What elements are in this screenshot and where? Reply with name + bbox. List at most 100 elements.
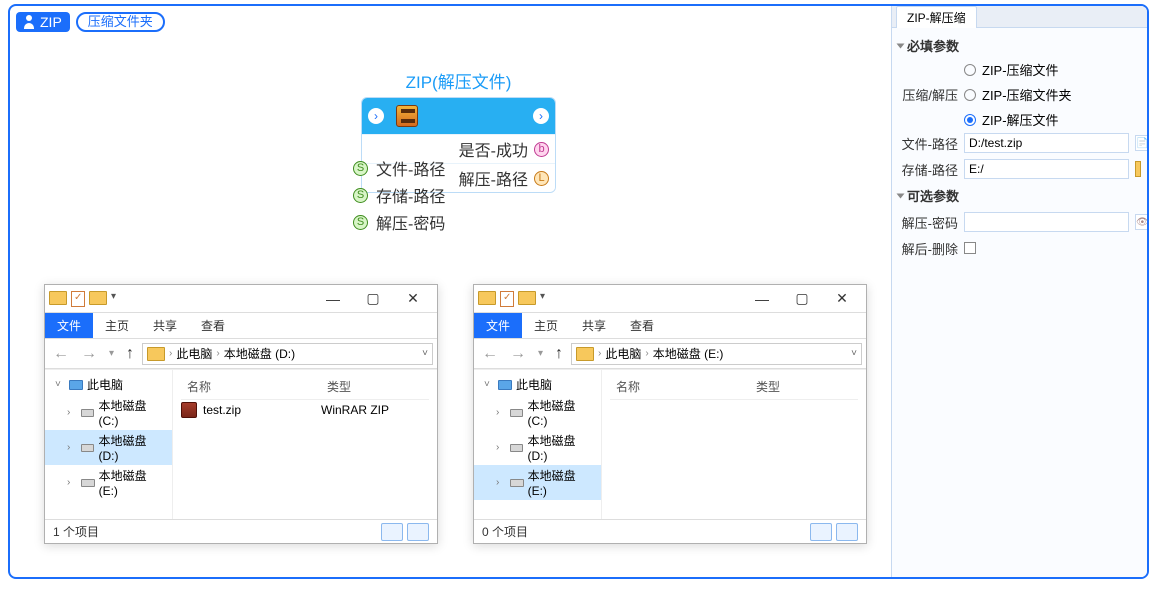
chevron-down-icon[interactable]: ˅ [851,348,857,359]
header-bar: ZIP 压缩文件夹 [16,12,165,32]
maximize-button[interactable]: ▢ [782,288,822,310]
window-controls: — ▢ ✕ [313,288,433,310]
folder-icon [576,347,594,361]
folder-icon[interactable] [478,291,496,305]
store-path-input[interactable] [964,159,1129,179]
tree-drive-d[interactable]: ›本地磁盘 (D:) [45,430,172,465]
port-string[interactable]: S [353,161,368,176]
tab-share[interactable]: 共享 [141,313,189,338]
port-list[interactable]: L [534,171,549,186]
col-type[interactable]: 类型 [321,376,421,397]
tree-drive-c[interactable]: ›本地磁盘 (C:) [474,395,601,430]
folder-chip[interactable]: 压缩文件夹 [76,12,165,32]
col-name[interactable]: 名称 [610,376,750,397]
list-item[interactable]: test.zip WinRAR ZIP [181,400,429,420]
address-field[interactable]: › 此电脑 › 本地磁盘 (E:) ˅ [571,343,862,365]
doc-icon[interactable] [500,291,514,307]
col-type[interactable]: 类型 [750,376,850,397]
expand-icon [897,193,905,198]
icons-view-button[interactable] [407,523,429,541]
tree-drive-c[interactable]: ›本地磁盘 (C:) [45,395,172,430]
explorer-e[interactable]: ▾ — ▢ ✕ 文件 主页 共享 查看 ← → ▾ ↑ [473,284,867,544]
column-headers[interactable]: 名称 类型 [610,374,858,400]
reveal-password-icon[interactable]: 👁 [1135,214,1147,230]
up-button[interactable]: ↑ [122,345,138,363]
address-bar: ← → ▾ ↑ › 此电脑 › 本地磁盘 (E:) ˅ [474,339,866,369]
section-required[interactable]: 必填参数 [898,36,1141,55]
details-view-button[interactable] [810,523,832,541]
status-bar: 0 个项目 [474,519,866,543]
back-button[interactable]: ← [478,345,502,363]
status-bar: 1 个项目 [45,519,437,543]
port-string[interactable]: S [353,188,368,203]
tab-view[interactable]: 查看 [189,313,237,338]
explorer-d[interactable]: ▾ — ▢ ✕ 文件 主页 共享 查看 ← → ▾ ↑ [44,284,438,544]
tree-this-pc[interactable]: ˅此电脑 [45,374,172,395]
tab-home[interactable]: 主页 [522,313,570,338]
tab-home[interactable]: 主页 [93,313,141,338]
folder2-icon[interactable] [518,291,536,305]
qat-dropdown-icon[interactable]: ▾ [540,291,545,307]
tab-file[interactable]: 文件 [474,313,522,338]
chevron-icon: › [598,348,601,359]
tab-zip-unzip[interactable]: ZIP-解压缩 [896,6,977,28]
history-dropdown[interactable]: ▾ [105,348,118,359]
opt-decompress[interactable]: ZIP-解压文件 [964,110,1072,129]
delete-checkbox[interactable] [964,242,976,254]
opt-compress-file[interactable]: ZIP-压缩文件 [964,60,1072,79]
tree-drive-e[interactable]: ›本地磁盘 (E:) [45,465,172,500]
close-button[interactable]: ✕ [393,288,433,310]
nav-tree[interactable]: ˅此电脑 ›本地磁盘 (C:) ›本地磁盘 (D:) ›本地磁盘 (E:) [474,370,602,519]
file-browse-icon[interactable]: 📄 [1135,135,1147,151]
folder2-icon[interactable] [89,291,107,305]
file-path-input[interactable] [964,133,1129,153]
folder-browse-icon[interactable] [1135,161,1141,177]
address-field[interactable]: › 此电脑 › 本地磁盘 (D:) ˅ [142,343,433,365]
folder-icon [147,347,165,361]
tab-file[interactable]: 文件 [45,313,93,338]
exec-in-port[interactable]: › [368,108,384,124]
close-button[interactable]: ✕ [822,288,862,310]
tab-view[interactable]: 查看 [618,313,666,338]
opt-compress-folder[interactable]: ZIP-压缩文件夹 [964,85,1072,104]
details-view-button[interactable] [381,523,403,541]
titlebar[interactable]: ▾ — ▢ ✕ [474,285,866,313]
folder-icon[interactable] [49,291,67,305]
up-button[interactable]: ↑ [551,345,567,363]
chevron-down-icon[interactable]: ˅ [422,348,428,359]
history-dropdown[interactable]: ▾ [534,348,547,359]
section-optional[interactable]: 可选参数 [898,186,1141,205]
maximize-button[interactable]: ▢ [353,288,393,310]
port-string[interactable]: S [353,215,368,230]
delete-label: 解后-删除 [898,239,958,258]
doc-icon[interactable] [71,291,85,307]
tree-this-pc[interactable]: ˅此电脑 [474,374,601,395]
tree-drive-d[interactable]: ›本地磁盘 (D:) [474,430,601,465]
back-button[interactable]: ← [49,345,73,363]
item-count: 0 个项目 [482,523,528,540]
icons-view-button[interactable] [836,523,858,541]
forward-button[interactable]: → [506,345,530,363]
minimize-button[interactable]: — [742,288,782,310]
password-input[interactable] [964,212,1129,232]
exec-out-port[interactable]: › [533,108,549,124]
chevron-icon: › [216,348,219,359]
nav-tree[interactable]: ˅此电脑 ›本地磁盘 (C:) ›本地磁盘 (D:) ›本地磁盘 (E:) [45,370,173,519]
qat-dropdown-icon[interactable]: ▾ [111,291,116,307]
file-list[interactable]: 名称 类型 [602,370,866,519]
titlebar[interactable]: ▾ — ▢ ✕ [45,285,437,313]
forward-button[interactable]: → [77,345,101,363]
panel-body: 必填参数 压缩/解压 ZIP-压缩文件 ZIP-压缩文件夹 ZIP-解压文件 文… [892,28,1147,577]
minimize-button[interactable]: — [313,288,353,310]
file-list[interactable]: 名称 类型 test.zip WinRAR ZIP [173,370,437,519]
column-headers[interactable]: 名称 类型 [181,374,429,400]
port-bool[interactable]: b [534,142,549,157]
ribbon: 文件 主页 共享 查看 [474,313,866,339]
col-name[interactable]: 名称 [181,376,321,397]
canvas[interactable]: ZIP 压缩文件夹 ZIP(解压文件) › › 是否-成功 b [10,6,891,577]
item-count: 1 个项目 [53,523,99,540]
tab-share[interactable]: 共享 [570,313,618,338]
zip-node[interactable]: ZIP(解压文件) › › 是否-成功 b 解压-路径 [361,68,556,193]
tree-drive-e[interactable]: ›本地磁盘 (E:) [474,465,601,500]
zip-chip[interactable]: ZIP [16,12,70,32]
